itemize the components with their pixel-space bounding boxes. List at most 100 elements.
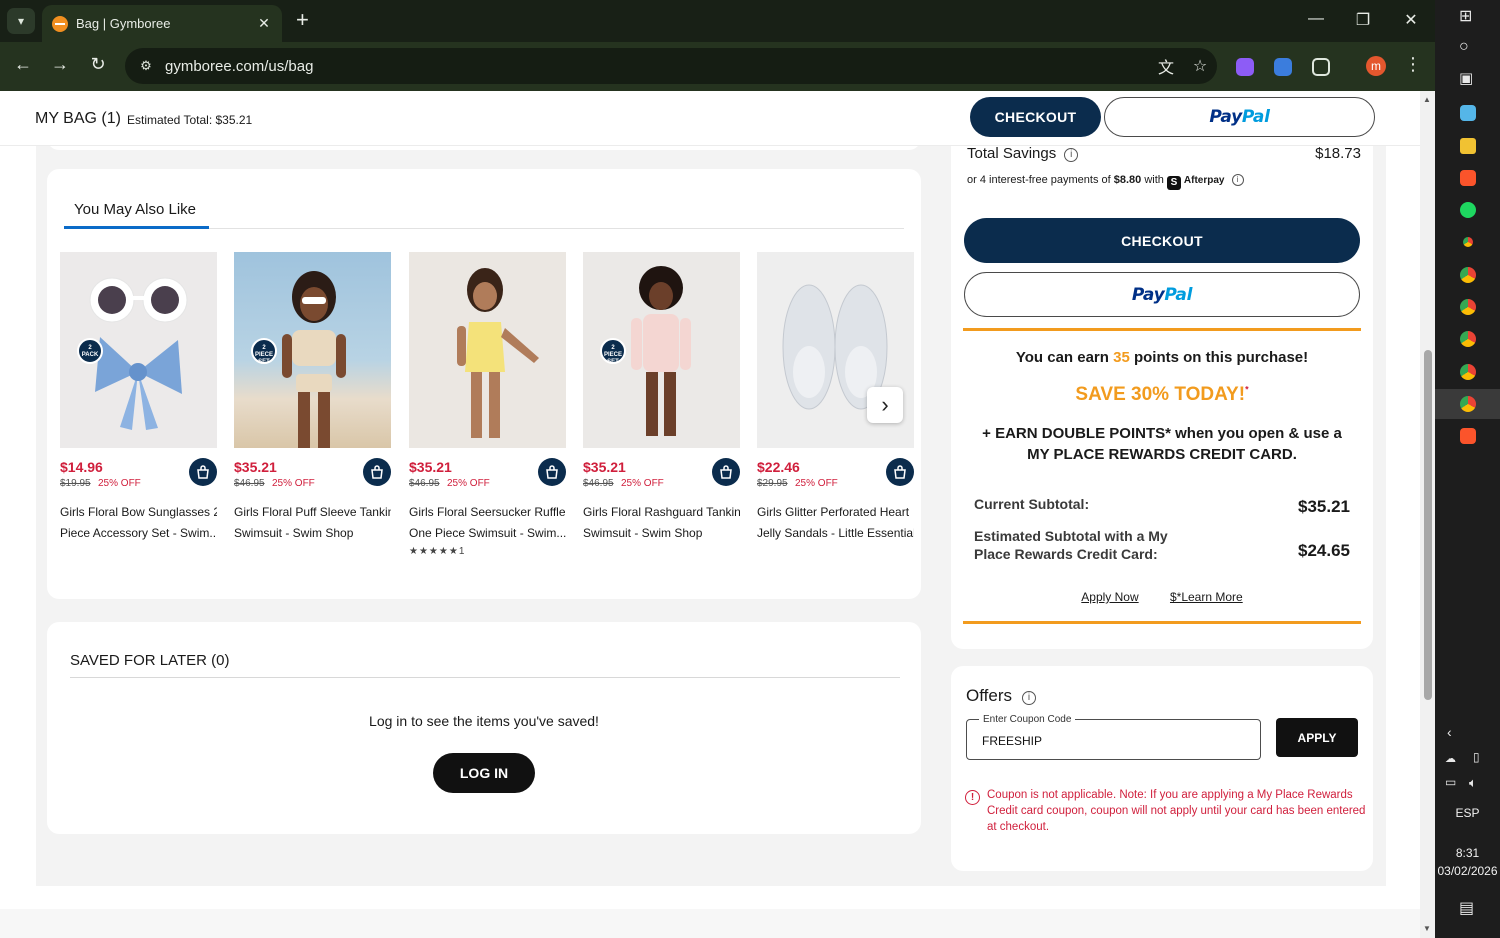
product-name-line2[interactable]: Piece Accessory Set - Swim... [60, 523, 217, 544]
product-name-line1[interactable]: Girls Floral Seersucker Ruffle [409, 502, 566, 523]
coupon-code-input[interactable]: Enter Coupon Code FREESHIP [966, 714, 1261, 760]
add-to-bag-icon[interactable] [886, 458, 914, 486]
recommendations-title[interactable]: You May Also Like [74, 201, 196, 218]
sale-price: $35.21 [583, 459, 626, 475]
translate-icon[interactable]: 文 [1149, 54, 1183, 78]
clock-date[interactable]: 03/02/2026 [1435, 864, 1500, 878]
rewards-links: Apply Now $*Learn More [951, 590, 1373, 604]
profile-avatar[interactable]: m [1366, 56, 1386, 76]
browser-menu-icon[interactable]: ⋮ [1404, 54, 1422, 75]
product-name-line2[interactable]: One Piece Swimsuit - Swim... [409, 523, 566, 544]
header-paypal-button[interactable]: PayPal [1104, 97, 1375, 137]
add-to-bag-icon[interactable] [538, 458, 566, 486]
site-info-icon[interactable]: ⚙ [131, 58, 161, 74]
device-icon[interactable]: ▯ [1473, 750, 1480, 764]
back-arrow-icon[interactable]: ← [10, 54, 36, 75]
task-view-icon[interactable]: ▣ [1459, 69, 1473, 87]
apply-now-link[interactable]: Apply Now [1081, 590, 1138, 604]
add-to-bag-icon[interactable] [712, 458, 740, 486]
chrome-icon[interactable] [1460, 299, 1476, 315]
estimated-total: Estimated Total: $35.21 [127, 113, 253, 127]
product-name-line2[interactable]: Swimsuit - Swim Shop [234, 523, 391, 544]
product-image[interactable]: 2 PIECE SET [234, 252, 391, 448]
chrome-icon[interactable] [1460, 234, 1476, 250]
afterpay-brand: Afterpay [1183, 175, 1225, 186]
network-icon[interactable]: ▭ [1445, 775, 1456, 789]
chrome-icon[interactable] [1460, 364, 1476, 380]
show-hidden-icons-chevron-icon[interactable]: ‹ [1447, 724, 1452, 740]
info-icon[interactable]: i [1021, 691, 1036, 705]
double-points-message: + EARN DOUBLE POINTS* when you open & us… [982, 425, 1342, 463]
tab-search-chevron-icon[interactable]: ▾ [7, 8, 35, 34]
extension-icon[interactable] [1236, 58, 1254, 76]
windows-start-icon[interactable]: ⊞ [1459, 6, 1472, 26]
search-circle-icon[interactable]: ○ [1459, 38, 1469, 56]
product-name-line2[interactable]: Jelly Sandals - Little Essentials [757, 523, 914, 544]
product-name-line1[interactable]: Girls Floral Rashguard Tankini [583, 502, 740, 523]
restore-icon[interactable]: ❐ [1348, 10, 1378, 30]
bag-page: You May Also Like 2 PACK $14.96 $19.95 2… [0, 91, 1420, 938]
scroll-down-icon[interactable]: ▼ [1423, 924, 1431, 933]
product-image[interactable]: 2 PACK [60, 252, 217, 448]
card-subtotal-value: $24.65 [1298, 541, 1350, 560]
tab-close-icon[interactable]: ✕ [254, 15, 274, 32]
chrome-icon[interactable] [1460, 331, 1476, 347]
checkout-button[interactable]: CHECKOUT [964, 218, 1360, 263]
scrollbar-thumb[interactable] [1424, 350, 1432, 700]
brave-browser-icon[interactable] [1460, 428, 1476, 444]
address-bar[interactable]: ⚙ gymboree.com/us/bag 文 ☆ [125, 48, 1217, 84]
bookmark-star-icon[interactable]: ☆ [1183, 56, 1217, 76]
recommendations-card: You May Also Like 2 PACK $14.96 $19.95 2… [47, 169, 921, 599]
product-image[interactable]: 2 PIECE SET [583, 252, 740, 448]
product-name-line1[interactable]: Girls Floral Bow Sunglasses 2- [60, 502, 217, 523]
chrome-icon[interactable] [1460, 396, 1476, 412]
discount-label: 25% OFF [795, 478, 838, 489]
discount-label: 25% OFF [98, 478, 141, 489]
info-icon[interactable]: i [1231, 174, 1244, 186]
login-button[interactable]: LOG IN [433, 753, 535, 793]
add-to-bag-icon[interactable] [189, 458, 217, 486]
chrome-icon[interactable] [1460, 267, 1476, 283]
brave-browser-icon[interactable] [1460, 170, 1476, 186]
volume-icon[interactable]: 🔈︎ [1469, 775, 1477, 791]
clock-time[interactable]: 8:31 [1435, 846, 1500, 860]
product-name-line2[interactable]: Swimsuit - Swim Shop [583, 523, 740, 544]
language-indicator[interactable]: ESP [1435, 806, 1500, 820]
product-card[interactable]: $35.21 $46.95 25% OFF Girls Floral Seers… [409, 252, 566, 557]
info-icon[interactable]: i [1064, 148, 1079, 162]
bitwarden-shield-icon[interactable] [1274, 58, 1292, 76]
reload-icon[interactable]: ↻ [85, 54, 111, 75]
offers-card: Offers i Enter Coupon Code FREESHIP APPLY… [951, 666, 1373, 871]
browser-tab-active[interactable]: Bag | Gymboree ✕ [42, 5, 282, 42]
offers-title: Offers i [966, 686, 1036, 706]
product-name-line1[interactable]: Girls Glitter Perforated Heart [757, 502, 914, 523]
star-rating[interactable]: ★★★★★1 [409, 546, 566, 557]
apply-coupon-button[interactable]: APPLY [1276, 718, 1358, 757]
coupon-code-value[interactable]: FREESHIP [982, 734, 1042, 748]
sale-price: $35.21 [234, 459, 277, 475]
product-card[interactable]: 2 PIECE SET $35.21 $46.95 25% OFF Girls F… [234, 252, 391, 544]
product-name-line1[interactable]: Girls Floral Puff Sleeve Tankini [234, 502, 391, 523]
product-card[interactable]: 2 PACK $14.96 $19.95 25% OFF Girls Floral… [60, 252, 217, 544]
minimize-icon[interactable]: — [1301, 10, 1331, 28]
product-image[interactable] [409, 252, 566, 448]
file-explorer-icon[interactable] [1460, 138, 1476, 154]
total-savings-label: Total Savings i [967, 145, 1079, 162]
product-card[interactable]: 2 PIECE SET $35.21 $46.95 25% OFF Girls F… [583, 252, 740, 544]
learn-more-link[interactable]: $*Learn More [1170, 590, 1243, 604]
url-text[interactable]: gymboree.com/us/bag [165, 58, 1149, 75]
onedrive-cloud-icon[interactable]: ☁ [1445, 752, 1456, 765]
window-close-icon[interactable]: ✕ [1396, 10, 1426, 30]
carousel-next-chevron-icon[interactable]: › [867, 387, 903, 423]
scroll-up-icon[interactable]: ▲ [1423, 95, 1431, 104]
original-price: $19.95 [60, 478, 91, 489]
add-to-bag-icon[interactable] [363, 458, 391, 486]
notifications-icon[interactable]: ▤ [1459, 898, 1474, 918]
extensions-puzzle-icon[interactable] [1312, 58, 1330, 76]
forward-arrow-icon[interactable]: → [47, 54, 73, 75]
header-checkout-button[interactable]: CHECKOUT [970, 97, 1101, 137]
paypal-button[interactable]: PayPal [964, 272, 1360, 317]
copilot-icon[interactable] [1460, 105, 1476, 121]
spotify-icon[interactable] [1460, 202, 1476, 218]
new-tab-plus-icon[interactable]: + [296, 9, 309, 31]
